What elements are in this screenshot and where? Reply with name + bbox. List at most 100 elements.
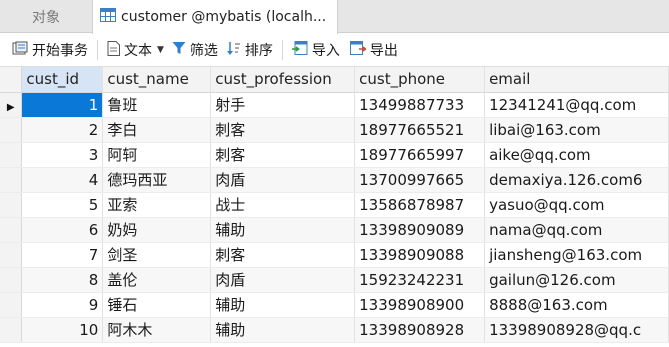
data-grid[interactable]: cust_id cust_name cust_profession cust_p… <box>0 67 669 347</box>
export-label: 导出 <box>369 43 398 59</box>
cell-email[interactable]: nama@qq.com <box>484 217 669 243</box>
cell-cust-name[interactable]: 李白 <box>102 117 212 143</box>
row-header-corner <box>0 67 23 93</box>
row-selector[interactable] <box>0 317 23 343</box>
chevron-down-icon[interactable]: ▼ <box>157 45 164 55</box>
cell-email[interactable]: 13398908928@qq.c <box>484 317 669 343</box>
document-icon <box>107 40 120 60</box>
row-selector[interactable] <box>0 292 23 318</box>
row-selector[interactable] <box>0 167 23 193</box>
cell-email[interactable]: libai@163.com <box>484 117 669 143</box>
cell-cust-phone[interactable]: 13398909088 <box>354 242 486 268</box>
row-selector[interactable] <box>0 117 23 143</box>
table-row[interactable]: 2 李白 刺客 18977665521 libai@163.com <box>0 117 669 143</box>
tab-customer-table[interactable]: customer @mybatis (localh... <box>92 0 338 34</box>
table-row[interactable]: 6 奶妈 辅助 13398909089 nama@qq.com <box>0 217 669 243</box>
row-selector[interactable] <box>0 217 23 243</box>
table-row[interactable]: 7 剑圣 刺客 13398909088 jiansheng@163.com <box>0 242 669 268</box>
column-header-cust-profession[interactable]: cust_profession <box>210 67 356 93</box>
table-row[interactable]: 3 阿轲 刺客 18977665997 aike@qq.com <box>0 142 669 168</box>
cell-cust-id[interactable]: 3 <box>21 142 104 168</box>
column-header-cust-id[interactable]: cust_id <box>21 67 104 93</box>
table-row[interactable]: ▶ 1 鲁班 射手 13499887733 12341241@qq.com <box>0 92 669 118</box>
cell-cust-phone[interactable]: 13586878987 <box>354 192 486 218</box>
cell-cust-name[interactable]: 鲁班 <box>102 92 212 118</box>
customer-table: cust_id cust_name cust_profession cust_p… <box>0 67 669 343</box>
row-selector[interactable] <box>0 142 23 168</box>
cell-cust-name[interactable]: 德玛西亚 <box>102 167 212 193</box>
transaction-icon <box>12 41 28 60</box>
cell-cust-id[interactable]: 4 <box>21 167 104 193</box>
cell-cust-name[interactable]: 阿轲 <box>102 142 212 168</box>
filter-icon <box>172 41 186 59</box>
column-header-cust-phone[interactable]: cust_phone <box>354 67 486 93</box>
cell-cust-name[interactable]: 剑圣 <box>102 242 212 268</box>
cell-cust-phone[interactable]: 18977665521 <box>354 117 486 143</box>
sort-button[interactable]: 排序 <box>226 37 273 63</box>
cell-cust-id[interactable]: 6 <box>21 217 104 243</box>
table-row[interactable]: 4 德玛西亚 肉盾 13700997665 demaxiya.126.com6 <box>0 167 669 193</box>
cell-cust-name[interactable]: 奶妈 <box>102 217 212 243</box>
cell-cust-name[interactable]: 锤石 <box>102 292 212 318</box>
cell-cust-profession[interactable]: 战士 <box>210 192 356 218</box>
row-selector[interactable] <box>0 192 23 218</box>
column-header-email[interactable]: email <box>484 67 669 93</box>
cell-cust-profession[interactable]: 刺客 <box>210 117 356 143</box>
cell-cust-id[interactable]: 1 <box>21 92 104 118</box>
row-selector[interactable] <box>0 267 23 293</box>
grid-body: ▶ 1 鲁班 射手 13499887733 12341241@qq.com 2 李白 刺客 189… <box>0 92 669 343</box>
cell-cust-phone[interactable]: 13398908928 <box>354 317 486 343</box>
table-row[interactable]: 9 锤石 辅助 13398908900 8888@163.com <box>0 292 669 318</box>
text-view-button[interactable]: 文本 ▼ <box>107 37 164 63</box>
table-row[interactable]: 5 亚索 战士 13586878987 yasuo@qq.com <box>0 192 669 218</box>
cell-cust-id[interactable]: 10 <box>21 317 104 343</box>
cell-cust-phone[interactable]: 13398909089 <box>354 217 486 243</box>
cell-cust-phone[interactable]: 13499887733 <box>354 92 486 118</box>
cell-cust-profession[interactable]: 刺客 <box>210 142 356 168</box>
cell-cust-id[interactable]: 7 <box>21 242 104 268</box>
tab-customer-label: customer @mybatis (localh... <box>121 9 327 25</box>
filter-button[interactable]: 筛选 <box>172 37 218 63</box>
cell-cust-id[interactable]: 9 <box>21 292 104 318</box>
cell-cust-name[interactable]: 亚索 <box>102 192 212 218</box>
cell-email[interactable]: jiansheng@163.com <box>484 242 669 268</box>
cell-cust-id[interactable]: 2 <box>21 117 104 143</box>
cell-email[interactable]: gailun@126.com <box>484 267 669 293</box>
filter-label: 筛选 <box>189 43 218 59</box>
table-row[interactable]: 10 阿木木 辅助 13398908928 13398908928@qq.c <box>0 317 669 343</box>
row-selector[interactable] <box>0 242 23 268</box>
tab-objects-label: 对象 <box>32 9 60 26</box>
cell-email[interactable]: 12341241@qq.com <box>484 92 669 118</box>
table-icon <box>100 8 116 26</box>
import-button[interactable]: 导入 <box>291 37 340 63</box>
cell-email[interactable]: aike@qq.com <box>484 142 669 168</box>
cell-cust-phone[interactable]: 15923242231 <box>354 267 486 293</box>
begin-transaction-button[interactable]: 开始事务 <box>12 37 88 63</box>
cell-cust-id[interactable]: 5 <box>21 192 104 218</box>
cell-email[interactable]: demaxiya.126.com6 <box>484 167 669 193</box>
cell-cust-profession[interactable]: 辅助 <box>210 292 356 318</box>
current-row-pointer-icon: ▶ <box>6 101 15 113</box>
cell-cust-profession[interactable]: 肉盾 <box>210 267 356 293</box>
cell-cust-phone[interactable]: 13700997665 <box>354 167 486 193</box>
cell-cust-name[interactable]: 盖伦 <box>102 267 212 293</box>
cell-cust-profession[interactable]: 辅助 <box>210 217 356 243</box>
begin-transaction-label: 开始事务 <box>32 43 88 59</box>
cell-cust-profession[interactable]: 射手 <box>210 92 356 118</box>
export-button[interactable]: 导出 <box>349 37 398 63</box>
cell-cust-phone[interactable]: 18977665997 <box>354 142 486 168</box>
text-view-label: 文本 <box>124 43 152 59</box>
cell-cust-id[interactable]: 8 <box>21 267 104 293</box>
cell-cust-name[interactable]: 阿木木 <box>102 317 212 343</box>
cell-cust-profession[interactable]: 刺客 <box>210 242 356 268</box>
tab-objects[interactable]: 对象 <box>0 0 92 33</box>
cell-cust-profession[interactable]: 辅助 <box>210 317 356 343</box>
cell-email[interactable]: yasuo@qq.com <box>484 192 669 218</box>
cell-cust-profession[interactable]: 肉盾 <box>210 167 356 193</box>
row-selector[interactable]: ▶ <box>0 92 23 118</box>
table-row[interactable]: 8 盖伦 肉盾 15923242231 gailun@126.com <box>0 267 669 293</box>
export-icon <box>349 41 367 59</box>
cell-cust-phone[interactable]: 13398908900 <box>354 292 486 318</box>
cell-email[interactable]: 8888@163.com <box>484 292 669 318</box>
column-header-cust-name[interactable]: cust_name <box>102 67 212 93</box>
